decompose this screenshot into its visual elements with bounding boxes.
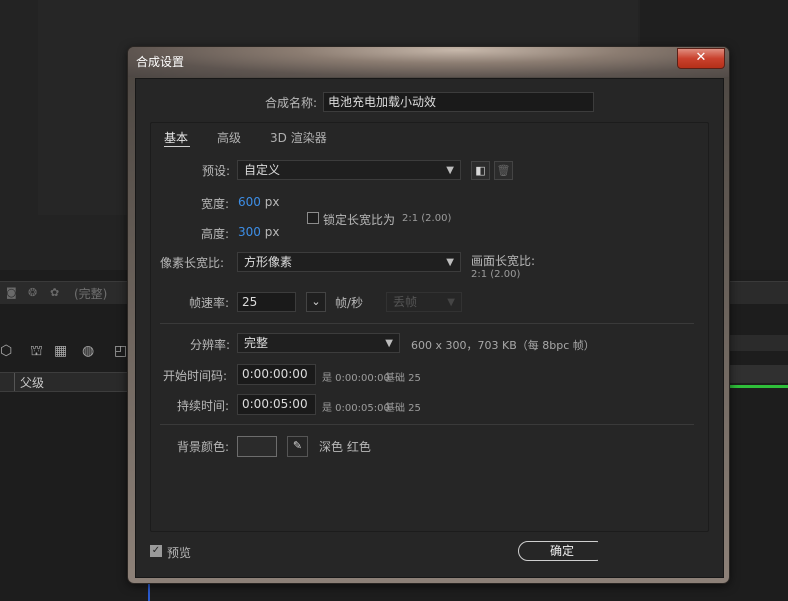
chevron-down-icon: ▼ — [447, 297, 455, 308]
resolution-info: 600 x 300，703 KB（每 8bpc 帧） — [411, 339, 595, 352]
preset-select[interactable]: 自定义 ▼ — [237, 160, 461, 180]
frame-rate-label: 帧速率: — [189, 296, 230, 310]
lock-aspect-label: 锁定长宽比为 — [323, 213, 396, 227]
timeline-tools: ⬡ ⛫ ▦ ◍ ◰ — [0, 335, 130, 369]
duration-base: 基础 25 — [385, 403, 421, 414]
eyedropper-icon: ✎ — [292, 439, 303, 452]
drop-frame-select[interactable]: 丢帧 ▼ — [386, 292, 462, 312]
bg-color-label: 背景颜色: — [177, 440, 230, 454]
width-label: 宽度: — [201, 197, 230, 211]
timeline-track — [730, 365, 788, 383]
resolution-select[interactable]: 完整 ▼ — [237, 333, 400, 353]
tab-advanced[interactable]: 高级 — [217, 129, 241, 146]
parent-column-label: 父级 — [20, 376, 45, 390]
trash-icon: 🗑 — [496, 164, 511, 177]
width-row: 600 px — [238, 195, 279, 209]
tab-basic[interactable]: 基本 — [164, 129, 188, 146]
chevron-down-icon: ▼ — [446, 257, 454, 268]
start-timecode-equals: 是 0:00:00:00 — [322, 373, 390, 384]
chevron-down-icon: ⌄ — [311, 295, 321, 308]
eyedropper-button[interactable]: ✎ — [287, 436, 308, 457]
frame-rate-unit: 帧/秒 — [335, 296, 364, 310]
bg-color-name: 深色 红色 — [319, 440, 371, 454]
start-timecode-input[interactable]: 0:00:00:00 — [237, 364, 316, 385]
dialog-titlebar[interactable] — [128, 47, 729, 77]
height-unit: px — [264, 225, 280, 239]
pixel-aspect-select[interactable]: 方形像素 ▼ — [237, 252, 461, 272]
preset-value: 自定义 — [244, 163, 281, 177]
bg-color-swatch[interactable] — [237, 436, 277, 457]
duration-input[interactable]: 0:00:05:00 — [237, 394, 316, 415]
frame-aspect-value: 2:1 (2.00) — [471, 269, 521, 280]
active-tab-indicator — [164, 146, 190, 147]
lock-aspect-checkbox[interactable] — [307, 212, 319, 224]
resolution-value: 完整 — [244, 336, 269, 350]
frame-rate-menu-button[interactable]: ⌄ — [306, 292, 326, 312]
preview-checkbox[interactable]: ✓ — [150, 545, 162, 557]
comp-name-label: 合成名称: — [265, 96, 318, 110]
timeline-ruler — [730, 335, 788, 351]
frame-rate-input[interactable]: 25 — [237, 292, 296, 312]
height-row: 300 px — [238, 225, 279, 239]
duration-equals: 是 0:00:05:00 — [322, 403, 390, 414]
height-label: 高度: — [201, 227, 230, 241]
resolution-label: 分辨率: — [190, 338, 231, 352]
preset-label: 预设: — [202, 164, 231, 178]
checkmark-icon: ✓ — [151, 545, 161, 556]
divider — [160, 323, 694, 324]
start-timecode-label: 开始时间码: — [163, 369, 228, 383]
delete-preset-button[interactable]: 🗑 — [494, 161, 513, 180]
height-value[interactable]: 300 — [238, 225, 261, 239]
color-icon[interactable]: ✿ — [50, 286, 64, 299]
channels-icon[interactable]: ❂ — [28, 286, 42, 299]
save-preset-button[interactable]: ◧ — [471, 161, 490, 180]
frame-aspect-label: 画面长宽比: — [471, 254, 536, 268]
width-unit: px — [264, 195, 280, 209]
divider — [160, 424, 694, 425]
tab-3d-renderer[interactable]: 3D 渲染器 — [270, 129, 327, 146]
duration-label: 持续时间: — [177, 399, 230, 413]
preview-label: 预览 — [167, 546, 192, 560]
pixel-aspect-value: 方形像素 — [244, 255, 293, 269]
camera-icon[interactable]: ◙ — [6, 286, 20, 299]
new-preset-icon: ◧ — [475, 164, 486, 177]
settings-tab-panel — [150, 122, 709, 532]
cancel-button-edge — [598, 538, 612, 564]
motion-blur-icon[interactable]: ◍ — [82, 343, 94, 359]
work-area-bar[interactable] — [730, 385, 788, 388]
drop-frame-value: 丢帧 — [393, 295, 418, 309]
dialog-title: 合成设置 — [136, 55, 185, 69]
layer-header: 父级 — [0, 372, 130, 392]
lock-aspect-ratio: 2:1 (2.00) — [402, 213, 452, 224]
width-value[interactable]: 600 — [238, 195, 261, 209]
frame-blend-icon[interactable]: ▦ — [54, 343, 67, 359]
chevron-down-icon: ▼ — [446, 165, 454, 176]
cube-icon[interactable]: ⬡ — [0, 343, 12, 359]
ok-button[interactable]: 确定 — [518, 541, 606, 561]
close-button[interactable]: ✕ — [677, 48, 725, 69]
timeline-indicator — [148, 583, 150, 601]
start-timecode-base: 基础 25 — [385, 373, 421, 384]
shy-icon[interactable]: ⛫ — [30, 343, 43, 361]
pixel-aspect-label: 像素长宽比: — [160, 256, 225, 270]
chevron-down-icon: ▼ — [385, 338, 393, 349]
comp-name-input[interactable]: 电池充电加载小动效 — [323, 92, 594, 112]
graph-icon[interactable]: ◰ — [114, 343, 127, 359]
resolution-status[interactable]: (完整) — [74, 285, 107, 302]
